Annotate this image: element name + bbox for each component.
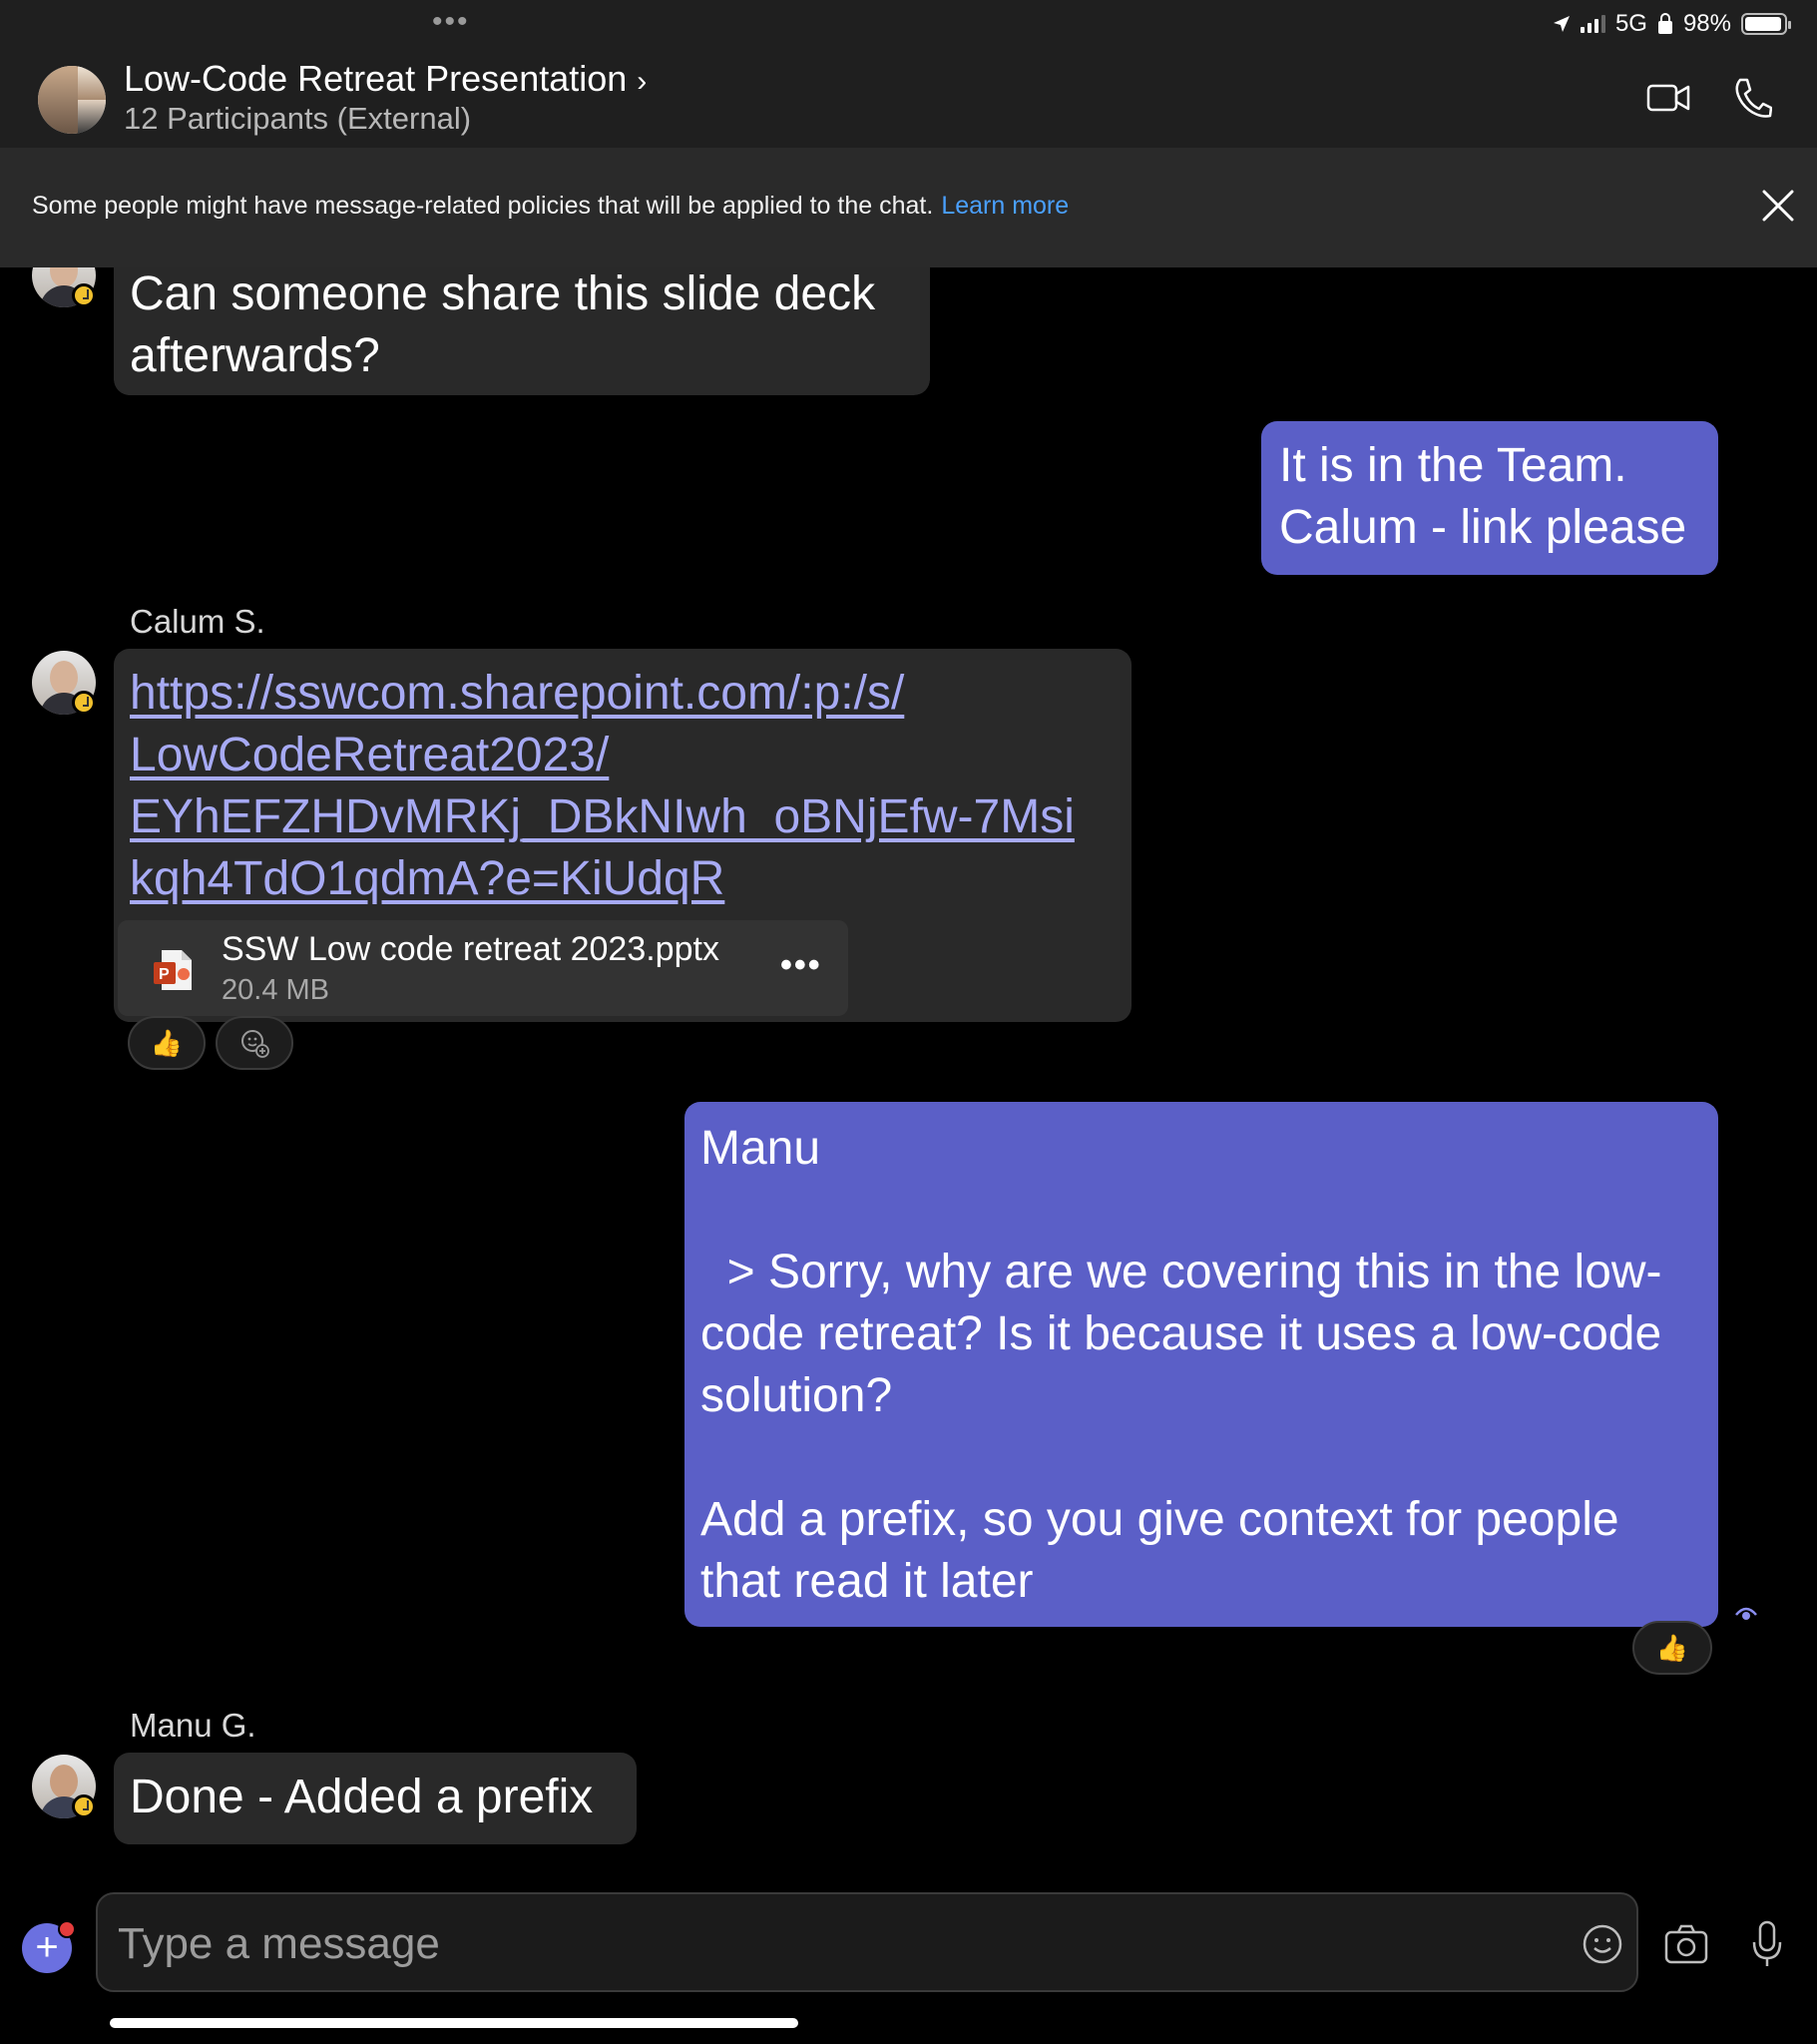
message-text: It is in the Team. Calum - link please — [1279, 439, 1687, 554]
sender-name: Manu G. — [130, 1707, 256, 1744]
orientation-lock-icon — [1657, 13, 1672, 34]
battery-icon — [1741, 13, 1791, 35]
home-indicator[interactable] — [110, 2018, 798, 2028]
policy-message: Some people might have message-related p… — [32, 192, 934, 220]
shared-link[interactable]: https://sswcom.sharepoint.com/:p:/s/ Low… — [130, 663, 1116, 910]
status-bar: ••• 5G 98% — [0, 0, 1817, 48]
link-line[interactable]: LowCodeRetreat2023/ — [130, 725, 1116, 786]
file-attachment[interactable]: P SSW Low code retreat 2023.pptx 20.4 MB… — [118, 920, 848, 1016]
message-bubble-outgoing[interactable]: Manu > Sorry, why are we covering this i… — [684, 1102, 1718, 1627]
message-bubble-outgoing[interactable]: It is in the Team. Calum - link please — [1261, 421, 1718, 575]
message-text: Manu > Sorry, why are we covering this i… — [700, 1122, 1662, 1608]
thumbs-up-icon: 👍 — [150, 1027, 184, 1058]
message-bubble-incoming[interactable]: Done - Added a prefix — [114, 1753, 637, 1844]
seen-receipt-icon — [1735, 1607, 1757, 1620]
message-composer[interactable] — [96, 1892, 1638, 1992]
presence-away-icon — [72, 1794, 96, 1818]
thumbs-up-icon: 👍 — [1655, 1632, 1689, 1663]
add-reaction-button[interactable] — [216, 1016, 293, 1070]
microphone-icon[interactable] — [1750, 1920, 1784, 1968]
learn-more-link[interactable]: Learn more — [941, 192, 1069, 220]
battery-percent: 98% — [1682, 10, 1731, 37]
link-line[interactable]: kqh4TdO1qdmA?e=KiUdqR — [130, 848, 1116, 910]
message-text: Done - Added a prefix — [130, 1771, 594, 1823]
presence-away-icon — [72, 283, 96, 307]
link-line[interactable]: https://sswcom.sharepoint.com/:p:/s/ — [130, 663, 1116, 725]
chat-header: Low-Code Retreat Presentation › 12 Partic… — [0, 48, 1817, 148]
file-size: 20.4 MB — [222, 974, 329, 1006]
chevron-right-icon: › — [637, 65, 648, 98]
message-input[interactable] — [118, 1914, 1535, 1974]
add-reaction-icon — [241, 1030, 269, 1058]
policy-banner-text: Some people might have message-related p… — [32, 192, 1069, 221]
signal-icon — [1580, 15, 1605, 33]
close-icon[interactable] — [1760, 188, 1796, 224]
camera-icon[interactable] — [1664, 1924, 1708, 1964]
location-icon — [1553, 16, 1570, 32]
phone-call-icon[interactable] — [1732, 76, 1772, 120]
presence-away-icon — [72, 691, 96, 715]
chat-title-text: Low-Code Retreat Presentation — [124, 58, 628, 99]
chat-title[interactable]: Low-Code Retreat Presentation › — [124, 58, 647, 100]
message-bubble-incoming[interactable]: Can someone share this slide deck afterw… — [114, 267, 930, 395]
notification-dot — [58, 1920, 76, 1938]
more-options-button[interactable]: ••• — [780, 946, 822, 985]
multitasking-dots[interactable]: ••• — [432, 7, 470, 37]
video-call-icon[interactable] — [1646, 80, 1690, 116]
svg-text:P: P — [159, 966, 170, 983]
policy-banner: Some people might have message-related p… — [0, 148, 1817, 267]
reaction-thumbs-up[interactable]: 👍 — [128, 1016, 206, 1070]
reaction-thumbs-up[interactable]: 👍 — [1632, 1621, 1712, 1675]
message-text: Can someone share this slide deck afterw… — [130, 267, 876, 382]
sender-name: Calum S. — [130, 603, 265, 640]
group-avatar[interactable] — [38, 66, 106, 134]
file-name: SSW Low code retreat 2023.pptx — [222, 930, 719, 968]
network-label: 5G — [1614, 10, 1647, 37]
link-line[interactable]: EYhEFZHDvMRKj_DBkNIwh_oBNjEfw-7Msi — [130, 786, 1116, 848]
powerpoint-file-icon: P — [154, 950, 192, 990]
emoji-icon[interactable] — [1581, 1922, 1624, 1966]
participants-count[interactable]: 12 Participants (External) — [124, 101, 471, 137]
status-indicators: 5G 98% — [1553, 10, 1791, 38]
